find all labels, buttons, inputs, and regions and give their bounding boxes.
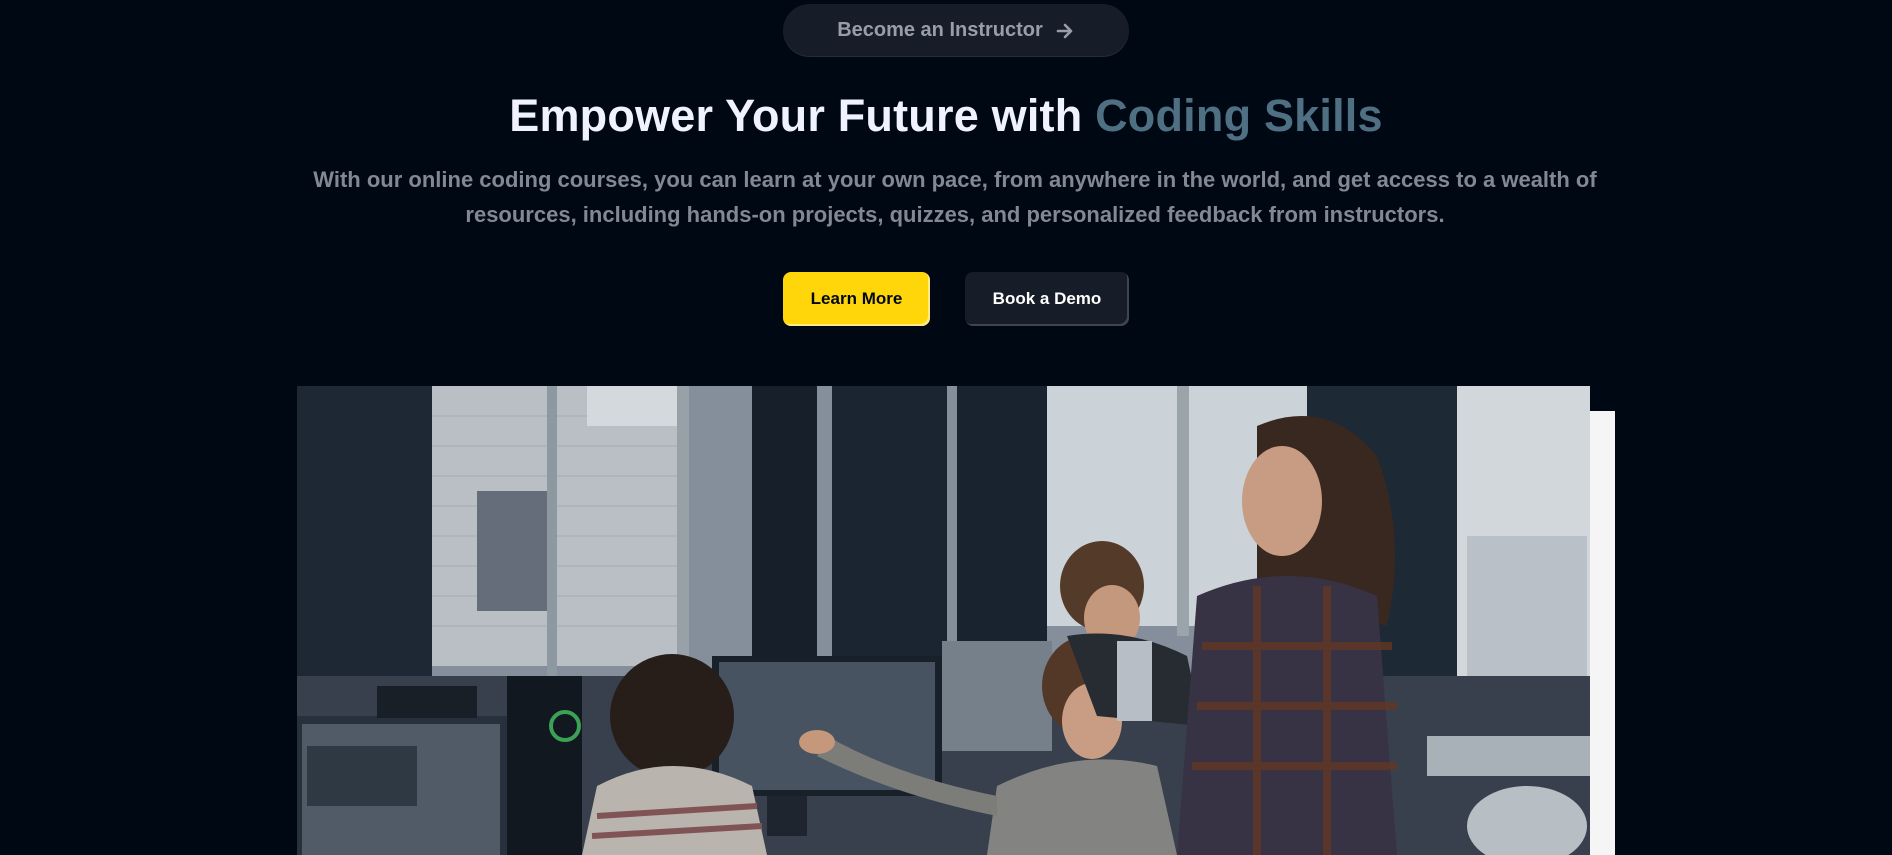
office-scene-image [297, 386, 1590, 855]
hero-video[interactable] [297, 386, 1590, 855]
learn-more-button[interactable]: Learn More [783, 272, 930, 326]
hero-media [297, 386, 1615, 855]
book-demo-button[interactable]: Book a Demo [965, 272, 1129, 326]
hero-title: Empower Your Future with Coding Skills [0, 86, 1892, 146]
hero-title-accent: Coding Skills [1095, 90, 1383, 141]
hero-subtitle: With our online coding courses, you can … [313, 167, 1597, 227]
become-instructor-label: Become an Instructor [837, 19, 1043, 41]
arrow-right-icon [1056, 23, 1073, 38]
hero-title-main: Empower Your Future with [509, 90, 1096, 141]
hero-section: Become an Instructor Empower Your Future… [0, 0, 1892, 855]
become-instructor-button[interactable]: Become an Instructor [783, 4, 1129, 57]
